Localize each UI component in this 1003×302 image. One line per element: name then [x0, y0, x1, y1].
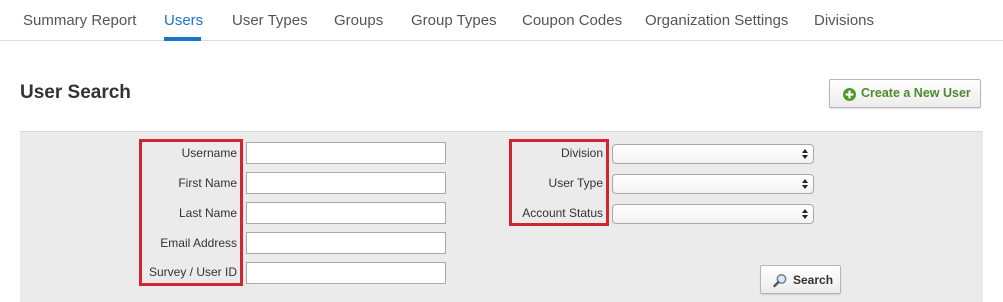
user-type-select[interactable]: [612, 174, 814, 194]
page-title: User Search: [20, 82, 131, 103]
plus-circle-icon: [843, 88, 856, 101]
tab-users[interactable]: Users: [164, 12, 203, 29]
tab-summary-report[interactable]: Summary Report: [23, 12, 136, 29]
search-button-label: Search: [793, 273, 834, 287]
select-caret-icon: [802, 149, 808, 159]
top-nav: Summary Report Users User Types Groups G…: [0, 0, 1003, 41]
select-caret-icon: [802, 209, 808, 219]
search-button[interactable]: Search: [760, 265, 841, 294]
highlight-box-text-labels: [139, 139, 243, 286]
username-input[interactable]: [246, 142, 446, 164]
tab-groups[interactable]: Groups: [334, 12, 383, 29]
active-tab-indicator: [164, 37, 201, 41]
account-status-select[interactable]: [612, 204, 814, 224]
highlight-box-select-labels: [509, 139, 609, 226]
first-name-input[interactable]: [246, 172, 446, 194]
division-select[interactable]: [612, 144, 814, 164]
create-new-user-label: Create a New User: [861, 86, 971, 100]
select-caret-icon: [802, 179, 808, 189]
create-new-user-button[interactable]: Create a New User: [829, 79, 981, 108]
tab-organization-settings[interactable]: Organization Settings: [645, 12, 788, 29]
tab-coupon-codes[interactable]: Coupon Codes: [522, 12, 622, 29]
last-name-input[interactable]: [246, 202, 446, 224]
tab-group-types[interactable]: Group Types: [411, 12, 497, 29]
survey-user-id-input[interactable]: [246, 262, 446, 284]
email-address-input[interactable]: [246, 232, 446, 254]
tab-user-types[interactable]: User Types: [232, 12, 308, 29]
tab-divisions[interactable]: Divisions: [814, 12, 874, 29]
magnifier-icon: [773, 274, 787, 288]
